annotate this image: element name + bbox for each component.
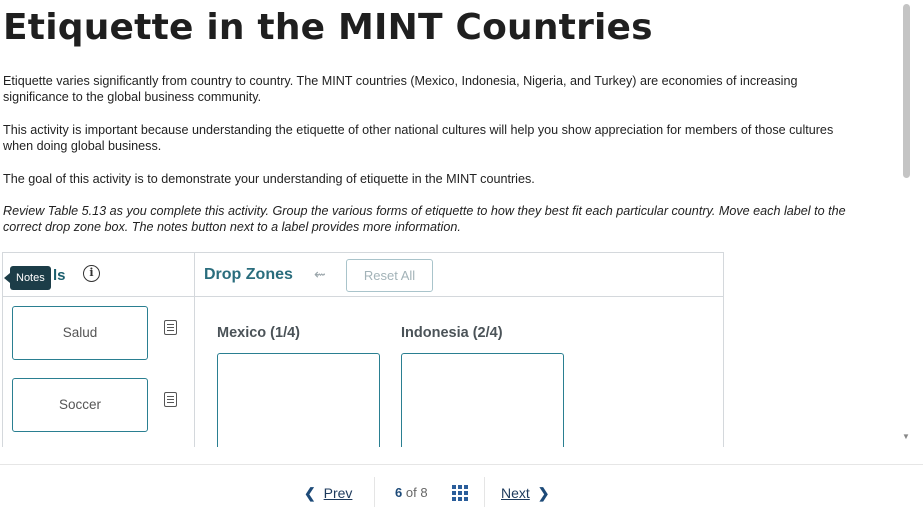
panel-header-divider	[3, 296, 723, 297]
label-card-salud[interactable]: Salud	[12, 306, 148, 360]
current-page: 6	[395, 485, 403, 500]
instructions-paragraph: Review Table 5.13 as you complete this a…	[3, 204, 846, 234]
next-button[interactable]: Next ❯	[497, 485, 549, 502]
scroll-down-icon[interactable]: ▼	[902, 432, 910, 441]
page-indicator: 6 of 8	[395, 485, 428, 500]
zone-title-indonesia: Indonesia (2/4)	[401, 325, 503, 341]
undo-icon[interactable]: ⇜	[314, 266, 326, 283]
info-icon[interactable]: i	[83, 265, 100, 282]
nav-separator	[374, 477, 375, 507]
grid-icon[interactable]	[452, 485, 468, 501]
drop-zone-mexico[interactable]	[217, 353, 380, 447]
label-card-soccer[interactable]: Soccer	[12, 378, 148, 432]
panel-divider	[194, 253, 195, 447]
chevron-left-icon: ❮	[304, 485, 316, 501]
zone-title-mexico: Mexico (1/4)	[217, 325, 300, 341]
scrollbar-thumb[interactable]	[903, 4, 910, 178]
goal-paragraph: The goal of this activity is to demonstr…	[3, 172, 535, 186]
main-content: Etiquette in the MINT Countries Etiquett…	[0, 0, 898, 447]
notes-icon[interactable]	[164, 392, 177, 407]
notes-tooltip: Notes	[4, 266, 51, 290]
activity-panel: ls i Notes Drop Zones ⇜ Reset All Salud …	[2, 252, 724, 447]
importance-paragraph: This activity is important because under…	[3, 123, 834, 153]
page-title: Etiquette in the MINT Countries	[3, 7, 653, 48]
drop-zone-indonesia[interactable]	[401, 353, 564, 447]
prev-button[interactable]: ❮ Prev	[304, 485, 356, 502]
nav-separator	[484, 477, 485, 507]
footer-nav: ❮ Prev 6 of 8 Next ❯	[0, 464, 923, 507]
chevron-right-icon: ❯	[537, 485, 550, 501]
drop-zones-heading: Drop Zones	[204, 266, 293, 283]
next-label: Next	[501, 485, 530, 501]
total-pages: 8	[420, 485, 428, 500]
intro-paragraph: Etiquette varies significantly from coun…	[3, 74, 798, 104]
pagination: ❮ Prev 6 of 8 Next ❯	[290, 475, 570, 507]
vertical-scrollbar[interactable]: ▼	[898, 0, 923, 447]
reset-all-button[interactable]: Reset All	[346, 259, 433, 292]
of-label: of	[405, 485, 417, 500]
prev-label: Prev	[323, 485, 353, 501]
labels-heading: ls	[53, 267, 66, 284]
notes-icon[interactable]	[164, 320, 177, 335]
